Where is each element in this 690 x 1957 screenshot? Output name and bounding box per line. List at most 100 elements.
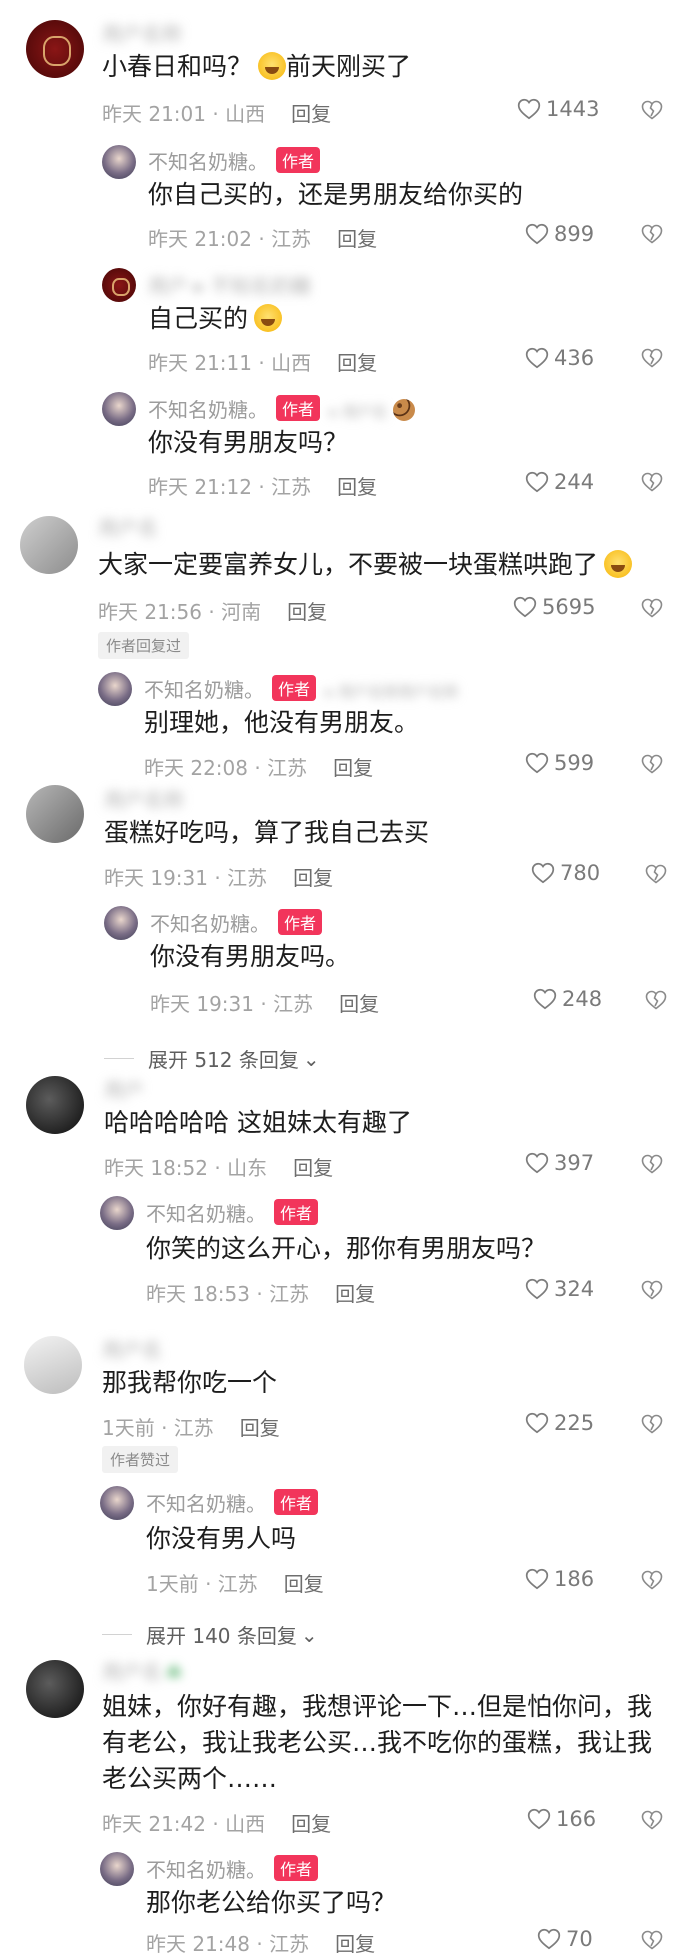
like-button[interactable]: 899 (524, 221, 594, 247)
avatar[interactable] (20, 516, 78, 574)
comment-text: 蛋糕好吃吗，算了我自己去买 (104, 818, 430, 847)
like-button[interactable]: 248 (532, 986, 602, 1012)
like-button[interactable]: 166 (526, 1806, 596, 1832)
username[interactable]: 用户 ▸ 不知名奶糖 (148, 270, 311, 299)
avatar[interactable] (100, 1196, 134, 1230)
username[interactable]: 用户名称 (104, 784, 184, 813)
username[interactable]: 不知名奶糖。 作者 (148, 146, 321, 175)
like-button[interactable]: 225 (524, 1410, 594, 1436)
username[interactable]: 不知名奶糖。 作者 ▸ 用户名称用户名称 (144, 674, 458, 703)
avatar[interactable] (102, 268, 136, 302)
dislike-icon[interactable] (640, 346, 664, 370)
laugh-emoji-icon (258, 52, 287, 80)
avatar[interactable] (102, 145, 136, 179)
dislike-icon[interactable] (644, 862, 668, 886)
avatar[interactable] (100, 1486, 134, 1520)
heart-icon (532, 986, 558, 1012)
reply-button[interactable]: 回复 (293, 1156, 333, 1180)
avatar[interactable] (24, 1336, 82, 1394)
reply-button[interactable]: 回复 (337, 351, 377, 375)
like-button[interactable]: 397 (524, 1150, 594, 1176)
dislike-icon[interactable] (640, 1152, 664, 1176)
like-button[interactable]: 186 (524, 1566, 594, 1592)
username[interactable]: 不知名奶糖。 作者 (150, 908, 323, 937)
reply-button[interactable]: 回复 (291, 102, 331, 126)
avatar[interactable] (26, 20, 84, 78)
reply-button[interactable]: 回复 (293, 866, 333, 890)
username[interactable]: 用户名称 (102, 18, 182, 47)
reply-meta: 昨天 22:08 · 江苏 回复 (144, 756, 374, 780)
avatar[interactable] (26, 1660, 84, 1718)
reply-text: 你笑的这么开心，那你有男朋友吗？ (146, 1234, 547, 1263)
reply-meta: 昨天 18:53 · 江苏 回复 (146, 1282, 376, 1306)
like-button[interactable]: 1443 (516, 96, 599, 122)
like-button[interactable]: 780 (530, 860, 600, 886)
avatar[interactable] (102, 392, 136, 426)
heart-icon (524, 345, 550, 371)
clover-emoji-icon: ☘ (166, 1663, 183, 1684)
reply-button[interactable]: 回复 (335, 1282, 375, 1306)
laugh-emoji-icon (254, 304, 283, 332)
username[interactable]: 用户名 (98, 512, 158, 541)
username[interactable]: 不知名奶糖。 作者 (146, 1488, 319, 1517)
reply-button[interactable]: 回复 (335, 1932, 375, 1956)
rofl-emoji-icon (604, 550, 633, 578)
username[interactable]: 用户 (104, 1074, 144, 1103)
dislike-icon[interactable] (640, 1568, 664, 1592)
dislike-icon[interactable] (640, 1278, 664, 1302)
author-badge: 作者 (278, 909, 323, 935)
avatar[interactable] (100, 1852, 134, 1886)
avatar[interactable] (26, 785, 84, 843)
reply-button[interactable]: 回复 (339, 992, 379, 1016)
reply-button[interactable]: 回复 (240, 1416, 280, 1440)
reply-text: 别理她，他没有男朋友。 (144, 708, 420, 737)
dislike-icon[interactable] (640, 1928, 664, 1952)
expand-replies-button[interactable]: 展开 140 条回复 ⌄ (102, 1620, 318, 1649)
username[interactable]: 不知名奶糖。 作者 (146, 1854, 319, 1883)
heart-icon (512, 594, 538, 620)
dislike-icon[interactable] (640, 222, 664, 246)
dislike-icon[interactable] (640, 98, 664, 122)
author-badge: 作者 (274, 1199, 319, 1225)
chevron-down-icon: ⌄ (300, 1622, 318, 1647)
reply-button[interactable]: 回复 (291, 1812, 331, 1836)
reply-button[interactable]: 回复 (337, 475, 377, 499)
author-badge: 作者 (276, 147, 321, 173)
heart-icon (524, 1410, 550, 1436)
heart-icon (524, 1150, 550, 1176)
dislike-icon[interactable] (644, 988, 668, 1012)
chevron-down-icon: ⌄ (302, 1046, 320, 1071)
reply-button[interactable]: 回复 (287, 600, 327, 624)
like-button[interactable]: 436 (524, 345, 594, 371)
reply-button[interactable]: 回复 (333, 756, 373, 780)
like-button[interactable]: 5695 (512, 594, 595, 620)
comment-meta: 昨天 21:01 · 山西 回复 (102, 102, 332, 126)
reply-meta: 1天前 · 江苏 回复 (146, 1572, 324, 1596)
reply-text: 自己买的 (148, 302, 283, 336)
like-button[interactable]: 324 (524, 1276, 594, 1302)
avatar[interactable] (26, 1076, 84, 1134)
expand-replies-button[interactable]: 展开 512 条回复 ⌄ (104, 1044, 320, 1073)
avatar[interactable] (98, 672, 132, 706)
username[interactable]: 用户名 ☘ (102, 1656, 182, 1685)
comment-text: 那我帮你吃一个 (102, 1368, 278, 1397)
author-badge: 作者 (276, 395, 321, 421)
username[interactable]: 不知名奶糖。 作者 ▸ 用户名 (148, 394, 416, 423)
like-button[interactable]: 599 (524, 750, 594, 776)
reply-button[interactable]: 回复 (284, 1572, 324, 1596)
like-button[interactable]: 244 (524, 469, 594, 495)
username[interactable]: 不知名奶糖。 作者 (146, 1198, 319, 1227)
dislike-icon[interactable] (640, 596, 664, 620)
comment-meta: 昨天 21:56 · 河南 回复 (98, 600, 328, 624)
avatar[interactable] (104, 906, 138, 940)
heart-icon (516, 96, 542, 122)
dislike-icon[interactable] (640, 470, 664, 494)
username[interactable]: 用户名 (102, 1334, 162, 1363)
dislike-icon[interactable] (640, 752, 664, 776)
reply-text: 你没有男朋友吗？ (148, 428, 349, 457)
heart-icon (530, 860, 556, 886)
dislike-icon[interactable] (640, 1412, 664, 1436)
like-button[interactable]: 70 (536, 1926, 593, 1952)
reply-button[interactable]: 回复 (337, 227, 377, 251)
dislike-icon[interactable] (640, 1808, 664, 1832)
